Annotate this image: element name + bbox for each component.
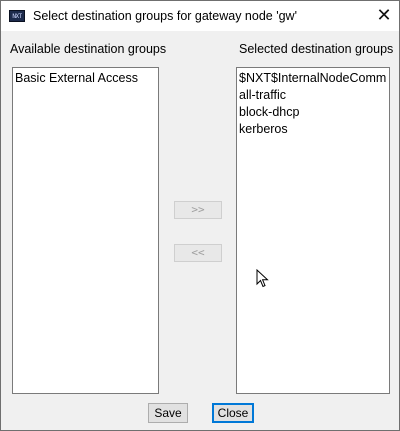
list-item[interactable]: kerberos <box>239 121 387 138</box>
available-groups-list[interactable]: Basic External Access <box>12 67 159 394</box>
list-item[interactable]: block-dhcp <box>239 104 387 121</box>
selected-groups-label: Selected destination groups <box>239 42 394 56</box>
save-button[interactable]: Save <box>148 403 188 423</box>
dialog-content: Available destination groups Selected de… <box>1 31 399 430</box>
list-item[interactable]: Basic External Access <box>15 70 156 87</box>
available-groups-label: Available destination groups <box>10 42 167 56</box>
close-button[interactable]: Close <box>212 403 254 423</box>
remove-from-selected-button[interactable]: << <box>174 244 222 262</box>
close-icon[interactable]: ✕ <box>369 1 399 31</box>
selected-groups-list[interactable]: $NXT$InternalNodeComm all-traffic block-… <box>236 67 390 394</box>
app-icon: NXT <box>9 10 25 22</box>
add-to-selected-button[interactable]: >> <box>174 201 222 219</box>
list-item[interactable]: $NXT$InternalNodeComm <box>239 70 387 87</box>
mouse-cursor-icon <box>256 269 269 288</box>
dialog-window: NXT Select destination groups for gatewa… <box>0 0 400 431</box>
window-title: Select destination groups for gateway no… <box>33 9 297 23</box>
list-item[interactable]: all-traffic <box>239 87 387 104</box>
title-bar: NXT Select destination groups for gatewa… <box>1 1 399 31</box>
